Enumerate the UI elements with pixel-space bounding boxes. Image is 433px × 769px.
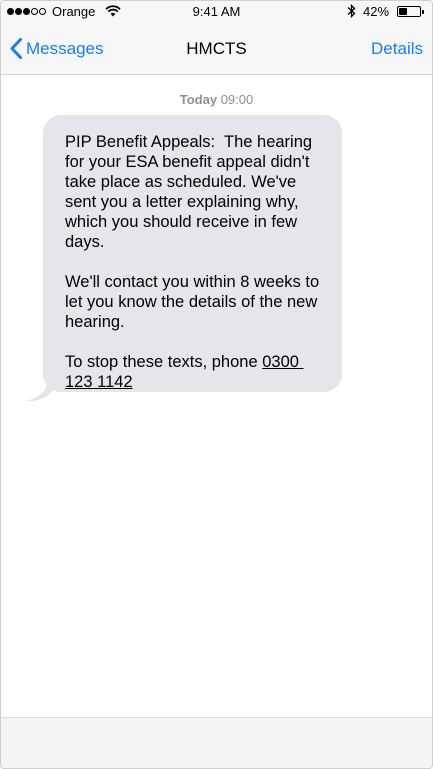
message-paragraph: PIP Benefit Appeals: The hearing for you… bbox=[65, 133, 317, 251]
navigation-bar: Messages HMCTS Details bbox=[1, 23, 432, 75]
details-button[interactable]: Details bbox=[371, 39, 423, 59]
timestamp-time: 09:00 bbox=[220, 92, 254, 107]
status-bar: Orange 9:41 AM 42% bbox=[1, 1, 432, 23]
battery-percentage: 42% bbox=[363, 4, 390, 19]
message-paragraph: We'll contact you within 8 weeks to let … bbox=[65, 273, 324, 331]
battery-fill bbox=[399, 8, 407, 15]
battery-icon bbox=[397, 6, 424, 17]
conversation-title: HMCTS bbox=[186, 39, 247, 58]
message-input-bar bbox=[1, 717, 432, 768]
timestamp-day: Today bbox=[179, 92, 218, 107]
phone-screen: Orange 9:41 AM 42% Messages HMCTS Detail… bbox=[0, 0, 433, 769]
bluetooth-icon bbox=[347, 3, 356, 21]
battery-nub bbox=[422, 10, 424, 14]
message-bubble: PIP Benefit Appeals: The hearing for you… bbox=[43, 115, 342, 392]
message-paragraph: To stop these texts, phone 0300 123 1142 bbox=[65, 352, 328, 392]
message-text: To stop these texts, phone bbox=[65, 353, 263, 371]
message-timestamp: Today 09:00 bbox=[1, 92, 432, 107]
